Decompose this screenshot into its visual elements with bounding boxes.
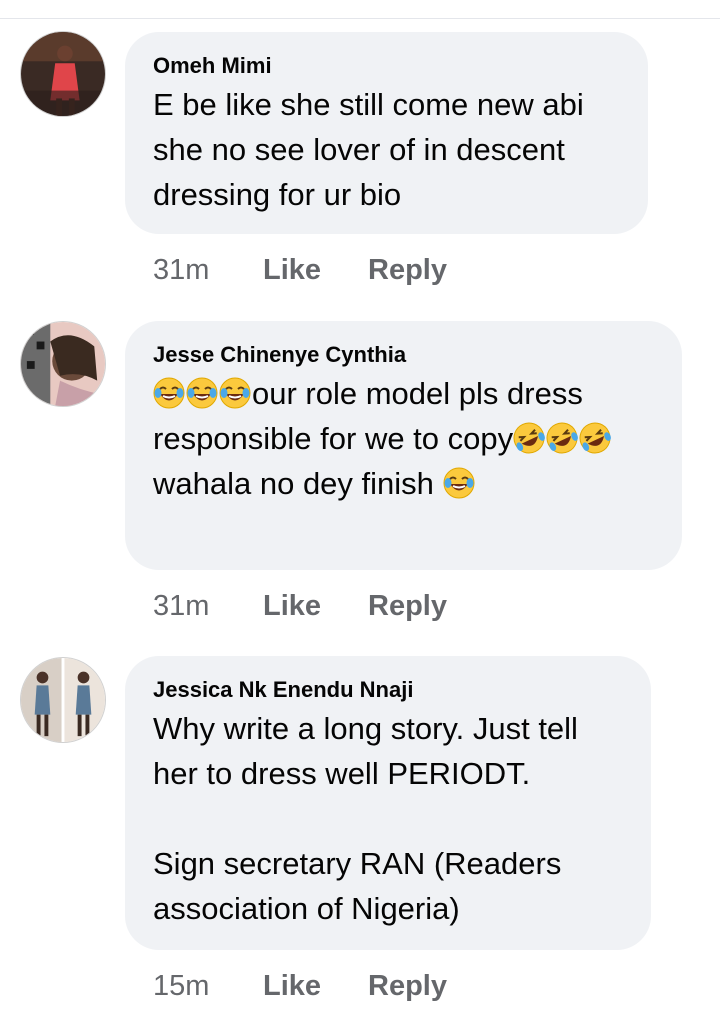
rolling-on-floor-laughing-emoji-icon <box>513 422 546 454</box>
rolling-on-floor-laughing-emoji-icon <box>579 422 612 454</box>
avatar[interactable] <box>20 657 106 743</box>
comment-author[interactable]: Jessica Nk Enendu Nnaji <box>153 676 623 704</box>
reply-button[interactable]: Reply <box>368 588 447 624</box>
reply-button[interactable]: Reply <box>368 968 447 1004</box>
tears-of-joy-emoji-icon <box>443 467 475 499</box>
rolling-on-floor-laughing-emoji-icon <box>546 422 579 454</box>
comment-timestamp[interactable]: 31m <box>153 252 263 288</box>
like-button[interactable]: Like <box>263 968 368 1004</box>
tears-of-joy-emoji-icon <box>153 377 185 409</box>
reply-button[interactable]: Reply <box>368 252 447 288</box>
tears-of-joy-emoji-icon <box>186 377 218 409</box>
comment-text: E be like she still come new abi she no … <box>153 87 593 212</box>
comment-bubble: Jesse Chinenye Cynthia our role model pl… <box>125 321 682 570</box>
comment-text: Why write a long story. Just tell her to… <box>153 711 578 926</box>
top-divider <box>0 18 720 19</box>
comment-actions: 15m Like Reply <box>153 968 447 1004</box>
like-button[interactable]: Like <box>263 252 368 288</box>
comment-actions: 31m Like Reply <box>153 588 447 624</box>
comment-timestamp[interactable]: 31m <box>153 588 263 624</box>
avatar[interactable] <box>20 31 106 117</box>
like-button[interactable]: Like <box>263 588 368 624</box>
comment-bubble: Omeh Mimi E be like she still come new a… <box>125 32 648 234</box>
comment-bubble: Jessica Nk Enendu Nnaji Why write a long… <box>125 656 651 950</box>
comment-author[interactable]: Omeh Mimi <box>153 52 620 80</box>
comment-actions: 31m Like Reply <box>153 252 447 288</box>
comment-timestamp[interactable]: 15m <box>153 968 263 1004</box>
avatar[interactable] <box>20 321 106 407</box>
comment-author[interactable]: Jesse Chinenye Cynthia <box>153 341 654 369</box>
comment-text: our role model pls dress responsible for… <box>153 371 654 506</box>
tears-of-joy-emoji-icon <box>219 377 251 409</box>
